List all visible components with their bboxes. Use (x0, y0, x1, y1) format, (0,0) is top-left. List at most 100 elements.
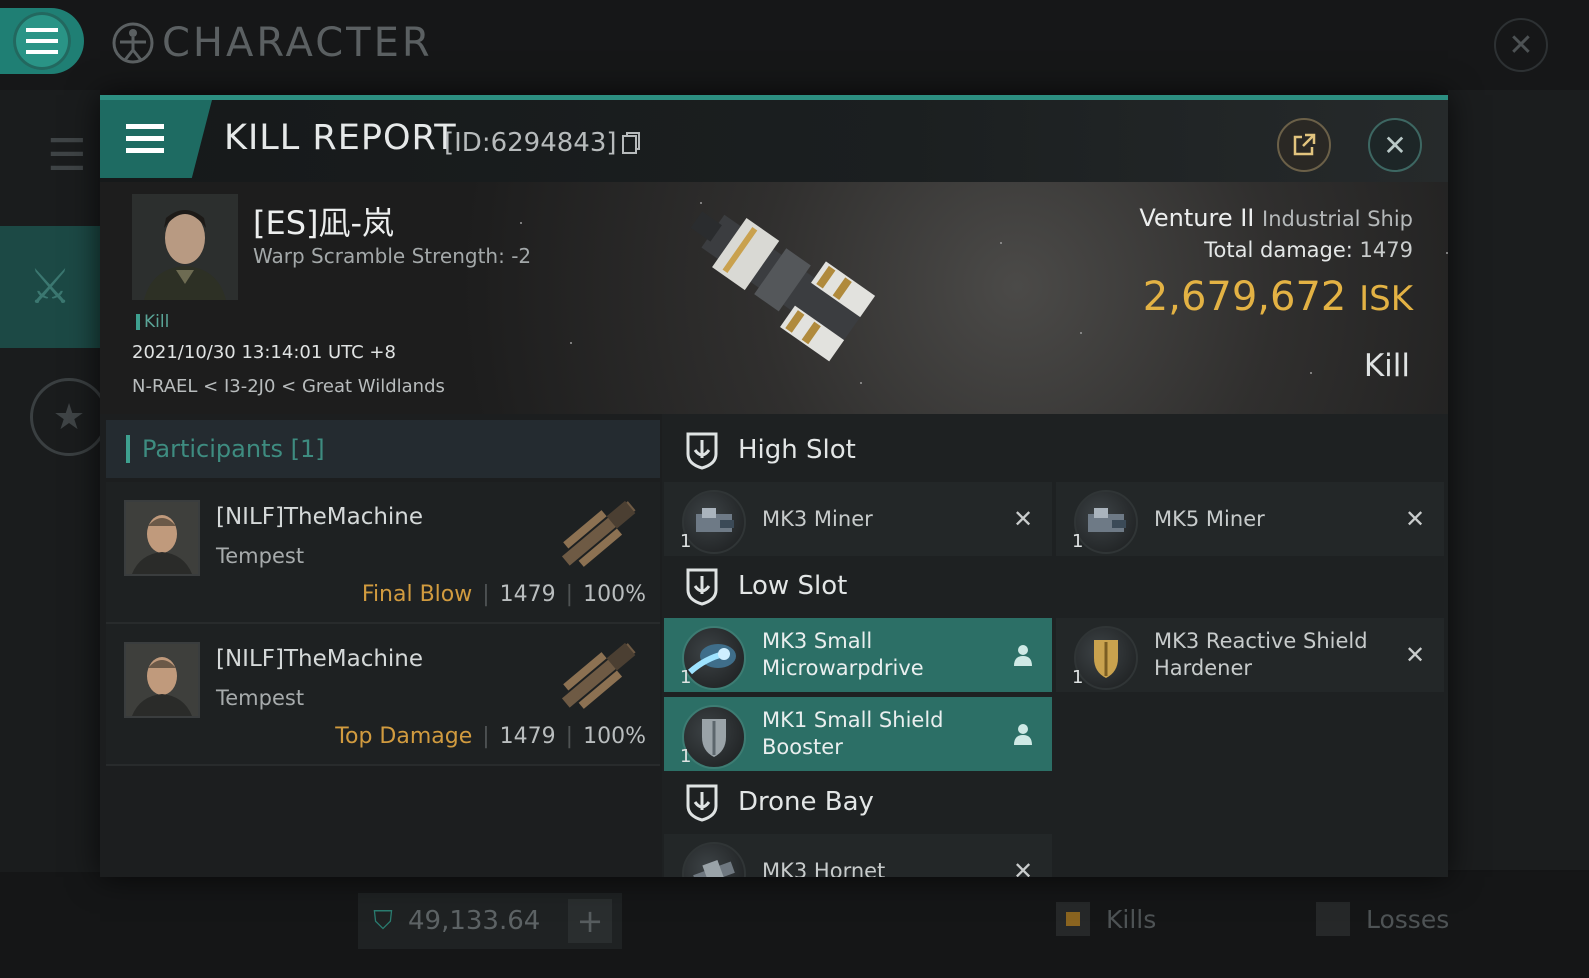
slot-shield-icon (686, 568, 718, 606)
module-item[interactable]: 1 MK3 Reactive Shield Hardener ✕ (1056, 618, 1444, 692)
kill-report-title: KILL REPORT (224, 118, 457, 158)
miner-icon (1074, 490, 1138, 554)
character-title: CHARACTER (110, 20, 433, 66)
kill-location: N-RAEL < I3-2J0 < Great Wildlands (132, 376, 445, 397)
slot-shield-icon (686, 432, 718, 470)
share-button[interactable] (1277, 118, 1331, 172)
isk-balance-box: ⛉ 49,133.64 + (358, 893, 622, 949)
module-quantity: 1 (680, 667, 692, 688)
share-icon (1293, 133, 1316, 156)
sidebar-item-info[interactable]: ☰ (32, 120, 102, 190)
low-slot-header: Low Slot (662, 554, 1052, 618)
kills-filter[interactable]: Kills (1056, 902, 1156, 936)
drone-icon (682, 842, 746, 877)
drone-bay-header: Drone Bay (662, 770, 1052, 834)
isk-balance: 49,133.64 (408, 906, 541, 936)
victim-ship-name: Venture II (1139, 204, 1255, 232)
module-name: MK1 Small Shield Booster (762, 708, 944, 759)
module-quantity: 1 (1072, 531, 1084, 552)
close-button[interactable]: ✕ (1368, 118, 1422, 172)
losses-checkbox[interactable] (1316, 902, 1350, 936)
module-name: MK3 Miner (762, 506, 873, 531)
participant-damage: 1479 (499, 582, 556, 607)
close-icon: ✕ (1383, 128, 1407, 162)
dropped-person-icon (1008, 719, 1038, 749)
high-slot-label: High Slot (738, 435, 856, 465)
participant-ship: Tempest (216, 686, 305, 710)
kills-checkbox[interactable] (1056, 902, 1090, 936)
module-item[interactable]: MK3 Hornet ✕ (664, 834, 1052, 877)
kill-report-window: KILL REPORT [ID:6294843] ✕ [ES]凪-岚 Warp … (100, 95, 1448, 877)
victim-ship-render (690, 211, 876, 362)
vitruvian-icon (112, 22, 154, 64)
total-damage-label: Total damage: (1204, 238, 1353, 262)
hamburger-icon (26, 28, 58, 54)
participant-name: [NILF]TheMachine (216, 504, 424, 530)
list-icon: ☰ (47, 129, 87, 181)
losses-label: Losses (1366, 904, 1450, 934)
destroyed-icon: ✕ (1404, 505, 1426, 533)
shield-hardener-icon (1074, 626, 1138, 690)
isk-value-amount: 2,679,672 (1142, 274, 1347, 320)
microwarpdrive-icon (682, 626, 746, 690)
isk-value: 2,679,672 ISK (1143, 274, 1413, 320)
participant-ship-icon (561, 642, 636, 709)
module-name: MK3 Hornet (762, 858, 886, 878)
participant-portrait[interactable] (124, 642, 200, 718)
module-item[interactable]: 1 MK5 Miner ✕ (1056, 482, 1444, 556)
participant-stats: Top Damage | 1479 | 100% (335, 724, 646, 749)
low-slot-label: Low Slot (738, 571, 848, 601)
main-menu-button[interactable] (0, 8, 84, 74)
victim-ship: Venture II Industrial Ship (1139, 204, 1413, 232)
participant-percent: 100% (583, 724, 646, 749)
kill-tag: Kill (136, 312, 169, 332)
participant-damage: 1479 (499, 724, 556, 749)
module-quantity: 1 (1072, 667, 1084, 688)
participant-role: Final Blow (361, 582, 473, 607)
dropped-person-icon (1008, 640, 1038, 670)
kill-time: 2021/10/30 13:14:01 UTC +8 (132, 342, 396, 363)
character-title-text: CHARACTER (162, 20, 433, 66)
module-item[interactable]: 1 MK3 Miner ✕ (664, 482, 1052, 556)
module-name: MK3 Small Microwarpdrive (762, 629, 924, 680)
close-icon: ✕ (1508, 27, 1534, 63)
kill-report-id: [ID:6294843] (444, 128, 641, 158)
copy-icon[interactable] (621, 131, 641, 155)
report-result: Kill (1363, 348, 1410, 384)
character-close-button[interactable]: ✕ (1494, 18, 1548, 72)
participant-row[interactable]: [NILF]TheMachine Tempest Final Blow | 14… (106, 482, 660, 624)
module-item[interactable]: 1 MK1 Small Shield Booster (664, 697, 1052, 771)
module-name: MK5 Miner (1154, 506, 1265, 531)
hamburger-icon (126, 124, 164, 153)
kills-label: Kills (1106, 904, 1157, 934)
character-content-strip (1448, 90, 1589, 870)
participant-name: [NILF]TheMachine (216, 646, 424, 672)
destroyed-icon: ✕ (1012, 505, 1034, 533)
shield-booster-icon (682, 705, 746, 769)
losses-filter[interactable]: Losses (1316, 902, 1449, 936)
victim-name: [ES]凪-岚 (253, 204, 395, 242)
kill-tag-label: Kill (144, 312, 170, 332)
add-isk-button[interactable]: + (568, 899, 612, 943)
isk-value-unit: ISK (1359, 279, 1413, 319)
sidebar-item-killmails[interactable]: ⚔ (0, 226, 100, 348)
module-item[interactable]: 1 MK3 Small Microwarpdrive (664, 618, 1052, 692)
total-damage: Total damage: 1479 (1204, 238, 1413, 262)
fittings-panel: High Slot 1 MK3 Miner ✕ 1 MK5 Miner ✕ Lo… (662, 414, 1448, 877)
sidebar-item-rank[interactable]: ★ (30, 378, 108, 456)
isk-icon: ⛉ (373, 905, 393, 936)
module-quantity: 1 (680, 746, 692, 767)
kill-report-id-text: [ID:6294843] (444, 128, 617, 158)
participant-portrait[interactable] (124, 500, 200, 576)
participants-header: Participants [1] (106, 420, 660, 478)
participant-ship-icon (561, 500, 636, 567)
victim-portrait[interactable] (132, 194, 238, 300)
crossed-swords-icon: ⚔ (28, 259, 72, 315)
miner-icon (682, 490, 746, 554)
destroyed-icon: ✕ (1012, 857, 1034, 877)
participant-ship: Tempest (216, 544, 305, 568)
victim-ship-class: Industrial Ship (1262, 207, 1413, 231)
slot-shield-icon (686, 784, 718, 822)
participant-role: Top Damage (335, 724, 473, 749)
participant-row[interactable]: [NILF]TheMachine Tempest Top Damage | 14… (106, 624, 660, 766)
